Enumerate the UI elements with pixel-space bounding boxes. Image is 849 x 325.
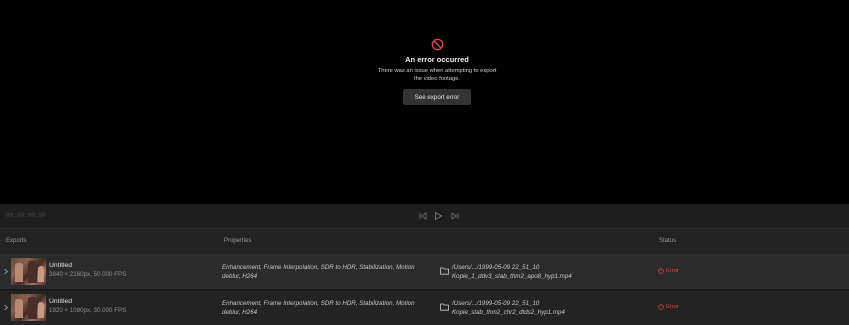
column-exports: Exports xyxy=(6,238,27,244)
exports-table-header: Exports Properties Status xyxy=(0,229,849,255)
export-row[interactable]: Untitled 1920 × 1080px, 30.000 FPS Enhan… xyxy=(0,291,849,325)
chevron-right-icon[interactable] xyxy=(3,268,9,275)
error-circle-icon xyxy=(658,268,664,274)
export-path-line2: Kopie_stab_thm2_chr2_dtds2_hyp1.mp4 xyxy=(452,309,565,316)
column-properties: Properties xyxy=(224,238,252,244)
export-name: Untitled xyxy=(49,262,73,269)
export-path-line2: Kopie_1_ddv3_stab_thm2_apo8_hyp1.mp4 xyxy=(452,273,572,280)
export-path-line1: /Users/.../1999-05-09 22_51_10 xyxy=(452,264,540,271)
step-forward-icon[interactable] xyxy=(450,211,460,221)
status-text: Error xyxy=(666,304,679,310)
export-name: Untitled xyxy=(49,298,73,305)
timecode: 00:00:00:00 xyxy=(6,212,46,219)
export-row[interactable]: Untitled 3840 × 2160px, 50.000 FPS Enhan… xyxy=(0,255,849,289)
export-meta: 3840 × 2160px, 50.000 FPS xyxy=(49,271,127,278)
status-badge: Error xyxy=(658,304,679,310)
column-status: Status xyxy=(659,238,677,244)
export-thumbnail xyxy=(11,258,46,285)
export-thumbnail xyxy=(11,294,46,321)
error-title: An error occurred xyxy=(405,55,469,64)
export-properties: Enhancement, Frame Interpolation, SDR to… xyxy=(222,300,415,316)
export-error-panel: An error occurred There was an issue whe… xyxy=(0,38,849,105)
export-meta: 1920 × 1080px, 30.000 FPS xyxy=(49,307,127,314)
export-path-line1: /Users/.../1999-05-09 22_51_10 xyxy=(452,300,540,307)
step-back-icon[interactable] xyxy=(418,211,428,221)
chevron-right-icon[interactable] xyxy=(3,304,9,311)
error-circle-icon xyxy=(658,304,664,310)
error-message: There was an issue when attempting to ex… xyxy=(377,68,497,82)
export-properties: Enhancement, Frame Interpolation, SDR to… xyxy=(222,264,415,280)
video-preview: An error occurred There was an issue whe… xyxy=(0,0,849,204)
folder-icon[interactable] xyxy=(440,267,449,275)
prohibited-icon xyxy=(431,38,443,51)
status-text: Error xyxy=(666,268,679,274)
transport-bar: 00:00:00:00 xyxy=(0,204,849,229)
see-export-error-button[interactable]: See export error xyxy=(402,89,472,105)
status-badge: Error xyxy=(658,268,679,274)
export-path[interactable]: /Users/.../1999-05-09 22_51_10 Kopie_1_d… xyxy=(452,263,622,281)
export-path[interactable]: /Users/.../1999-05-09 22_51_10 Kopie_sta… xyxy=(452,299,622,317)
folder-icon[interactable] xyxy=(440,303,449,311)
play-icon[interactable] xyxy=(433,211,443,221)
